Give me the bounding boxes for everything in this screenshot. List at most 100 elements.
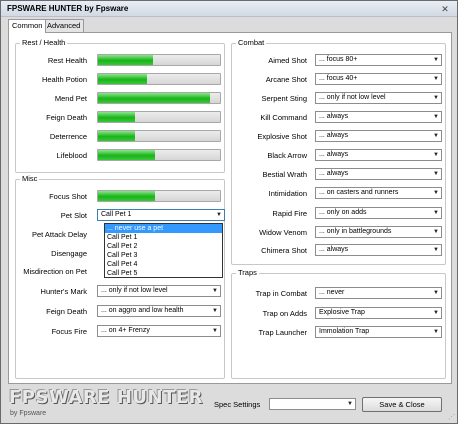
pet-slot-dropdown[interactable]: Call Pet 1 ▼ xyxy=(97,209,225,221)
deterrence-fill xyxy=(98,131,135,141)
intimidation-label: Intimidation xyxy=(268,189,307,198)
disengage-label: Disengage xyxy=(51,249,87,258)
resize-grip-icon[interactable]: ⋰ xyxy=(448,413,455,421)
chevron-down-icon: ▼ xyxy=(433,229,439,235)
combat-title: Combat xyxy=(236,38,267,47)
common-tab-panel: Rest / Health Misc Combat Traps Rest Hea… xyxy=(8,32,452,384)
misdirection-label: Misdirection on Pet xyxy=(23,267,87,276)
chevron-down-icon: ▼ xyxy=(433,171,439,177)
feign-death-dropdown[interactable]: ... on aggro and low health ▼ xyxy=(97,305,221,317)
trap-in-combat-dropdown[interactable]: ... never ▼ xyxy=(315,287,442,299)
pet-option-3[interactable]: Call Pet 3 xyxy=(105,251,222,260)
focus-fire-label: Focus Fire xyxy=(51,327,87,336)
feign-death-fill xyxy=(98,112,135,122)
spec-settings-dropdown[interactable]: ▼ xyxy=(269,398,356,410)
close-icon[interactable]: ✕ xyxy=(439,3,451,15)
pet-option-2[interactable]: Call Pet 2 xyxy=(105,242,222,251)
pet-option-5[interactable]: Call Pet 5 xyxy=(105,269,222,278)
aimed-shot-dropdown[interactable]: ... focus 80+ ▼ xyxy=(315,54,442,66)
trap-on-adds-value: Explosive Trap xyxy=(319,309,365,316)
mend-pet-label: Mend Pet xyxy=(54,94,87,103)
chevron-down-icon: ▼ xyxy=(212,328,218,334)
widow-venom-value: ... only in battlegrounds xyxy=(319,228,392,235)
window-title: FPSWARE HUNTER by Fpsware xyxy=(7,4,129,13)
chevron-down-icon: ▼ xyxy=(212,308,218,314)
chevron-down-icon: ▼ xyxy=(433,290,439,296)
chevron-down-icon: ▼ xyxy=(433,310,439,316)
aimed-shot-value: ... focus 80+ xyxy=(319,56,358,63)
serpent-sting-dropdown[interactable]: ... only if not low level ▼ xyxy=(315,92,442,104)
pet-slot-label: Pet Slot xyxy=(60,211,87,220)
trap-launcher-value: Immolation Trap xyxy=(319,328,370,335)
rapid-fire-dropdown[interactable]: ... only on adds ▼ xyxy=(315,207,442,219)
spec-settings-label: Spec Settings xyxy=(214,400,261,409)
chevron-down-icon: ▼ xyxy=(433,329,439,335)
black-arrow-value: ... always xyxy=(319,151,349,158)
pet-option-4[interactable]: Call Pet 4 xyxy=(105,260,222,269)
focus-fire-value: ... on 4+ Frenzy xyxy=(101,327,150,334)
chimera-shot-dropdown[interactable]: ... always ▼ xyxy=(315,244,442,256)
widow-venom-dropdown[interactable]: ... only in battlegrounds ▼ xyxy=(315,226,442,238)
chimera-shot-label: Chimera Shot xyxy=(261,246,307,255)
rest-health-slider[interactable] xyxy=(97,54,221,66)
health-potion-label: Health Potion xyxy=(41,75,87,84)
pet-attack-delay-label: Pet Attack Delay xyxy=(31,230,87,239)
rapid-fire-label: Rapid Fire xyxy=(272,209,307,218)
rapid-fire-value: ... only on adds xyxy=(319,209,367,216)
deterrence-label: Deterrence xyxy=(49,132,87,141)
lifeblood-fill xyxy=(98,150,156,160)
pet-slot-options-list: ... never use a pet Call Pet 1 Call Pet … xyxy=(104,223,223,278)
intimidation-dropdown[interactable]: ... on casters and runners ▼ xyxy=(315,187,442,199)
chevron-down-icon: ▼ xyxy=(433,57,439,63)
arcane-shot-dropdown[interactable]: ... focus 40+ ▼ xyxy=(315,73,442,85)
traps-title: Traps xyxy=(236,268,259,277)
feign-death-misc-label: Feign Death xyxy=(46,307,87,316)
widow-venom-label: Widow Venom xyxy=(259,228,307,237)
chevron-down-icon: ▼ xyxy=(433,247,439,253)
trap-on-adds-label: Trap on Adds xyxy=(262,309,307,318)
intimidation-value: ... on casters and runners xyxy=(319,189,399,196)
trap-launcher-label: Trap Launcher xyxy=(258,328,307,337)
serpent-sting-value: ... only if not low level xyxy=(319,94,386,101)
app-window: FPSWARE HUNTER by Fpsware ✕ Common Advan… xyxy=(0,0,458,424)
feign-death-slider[interactable] xyxy=(97,111,221,123)
chevron-down-icon: ▼ xyxy=(216,212,222,218)
kill-command-value: ... always xyxy=(319,113,349,120)
hunters-mark-dropdown[interactable]: ... only if not low level ▼ xyxy=(97,285,221,297)
chevron-down-icon: ▼ xyxy=(433,133,439,139)
chevron-down-icon: ▼ xyxy=(433,76,439,82)
health-potion-fill xyxy=(98,74,147,84)
serpent-sting-label: Serpent Sting xyxy=(261,94,307,103)
tab-common[interactable]: Common xyxy=(8,19,47,33)
bestial-wrath-dropdown[interactable]: ... always ▼ xyxy=(315,168,442,180)
misc-title: Misc xyxy=(20,174,40,183)
focus-fire-dropdown[interactable]: ... on 4+ Frenzy ▼ xyxy=(97,325,221,337)
logo-text: FPSWARE HUNTER xyxy=(9,387,204,408)
tab-advanced[interactable]: Advanced xyxy=(43,19,85,32)
trap-on-adds-dropdown[interactable]: Explosive Trap ▼ xyxy=(315,307,442,319)
aimed-shot-label: Aimed Shot xyxy=(268,56,307,65)
chimera-shot-value: ... always xyxy=(319,246,349,253)
explosive-shot-dropdown[interactable]: ... always ▼ xyxy=(315,130,442,142)
arcane-shot-value: ... focus 40+ xyxy=(319,75,358,82)
rest-health-title: Rest / Health xyxy=(20,38,68,47)
health-potion-slider[interactable] xyxy=(97,73,221,85)
pet-option-never[interactable]: ... never use a pet xyxy=(105,224,222,233)
kill-command-dropdown[interactable]: ... always ▼ xyxy=(315,111,442,123)
pet-option-1[interactable]: Call Pet 1 xyxy=(105,233,222,242)
chevron-down-icon: ▼ xyxy=(347,401,353,407)
black-arrow-dropdown[interactable]: ... always ▼ xyxy=(315,149,442,161)
explosive-shot-value: ... always xyxy=(319,132,349,139)
hunters-mark-label: Hunter's Mark xyxy=(40,287,87,296)
chevron-down-icon: ▼ xyxy=(433,95,439,101)
black-arrow-label: Black Arrow xyxy=(267,151,307,160)
chevron-down-icon: ▼ xyxy=(433,114,439,120)
save-close-button[interactable]: Save & Close xyxy=(362,397,442,412)
focus-shot-slider[interactable] xyxy=(97,190,221,202)
chevron-down-icon: ▼ xyxy=(433,152,439,158)
lifeblood-slider[interactable] xyxy=(97,149,221,161)
trap-launcher-dropdown[interactable]: Immolation Trap ▼ xyxy=(315,326,442,338)
mend-pet-slider[interactable] xyxy=(97,92,221,104)
deterrence-slider[interactable] xyxy=(97,130,221,142)
focus-shot-fill xyxy=(98,191,156,201)
